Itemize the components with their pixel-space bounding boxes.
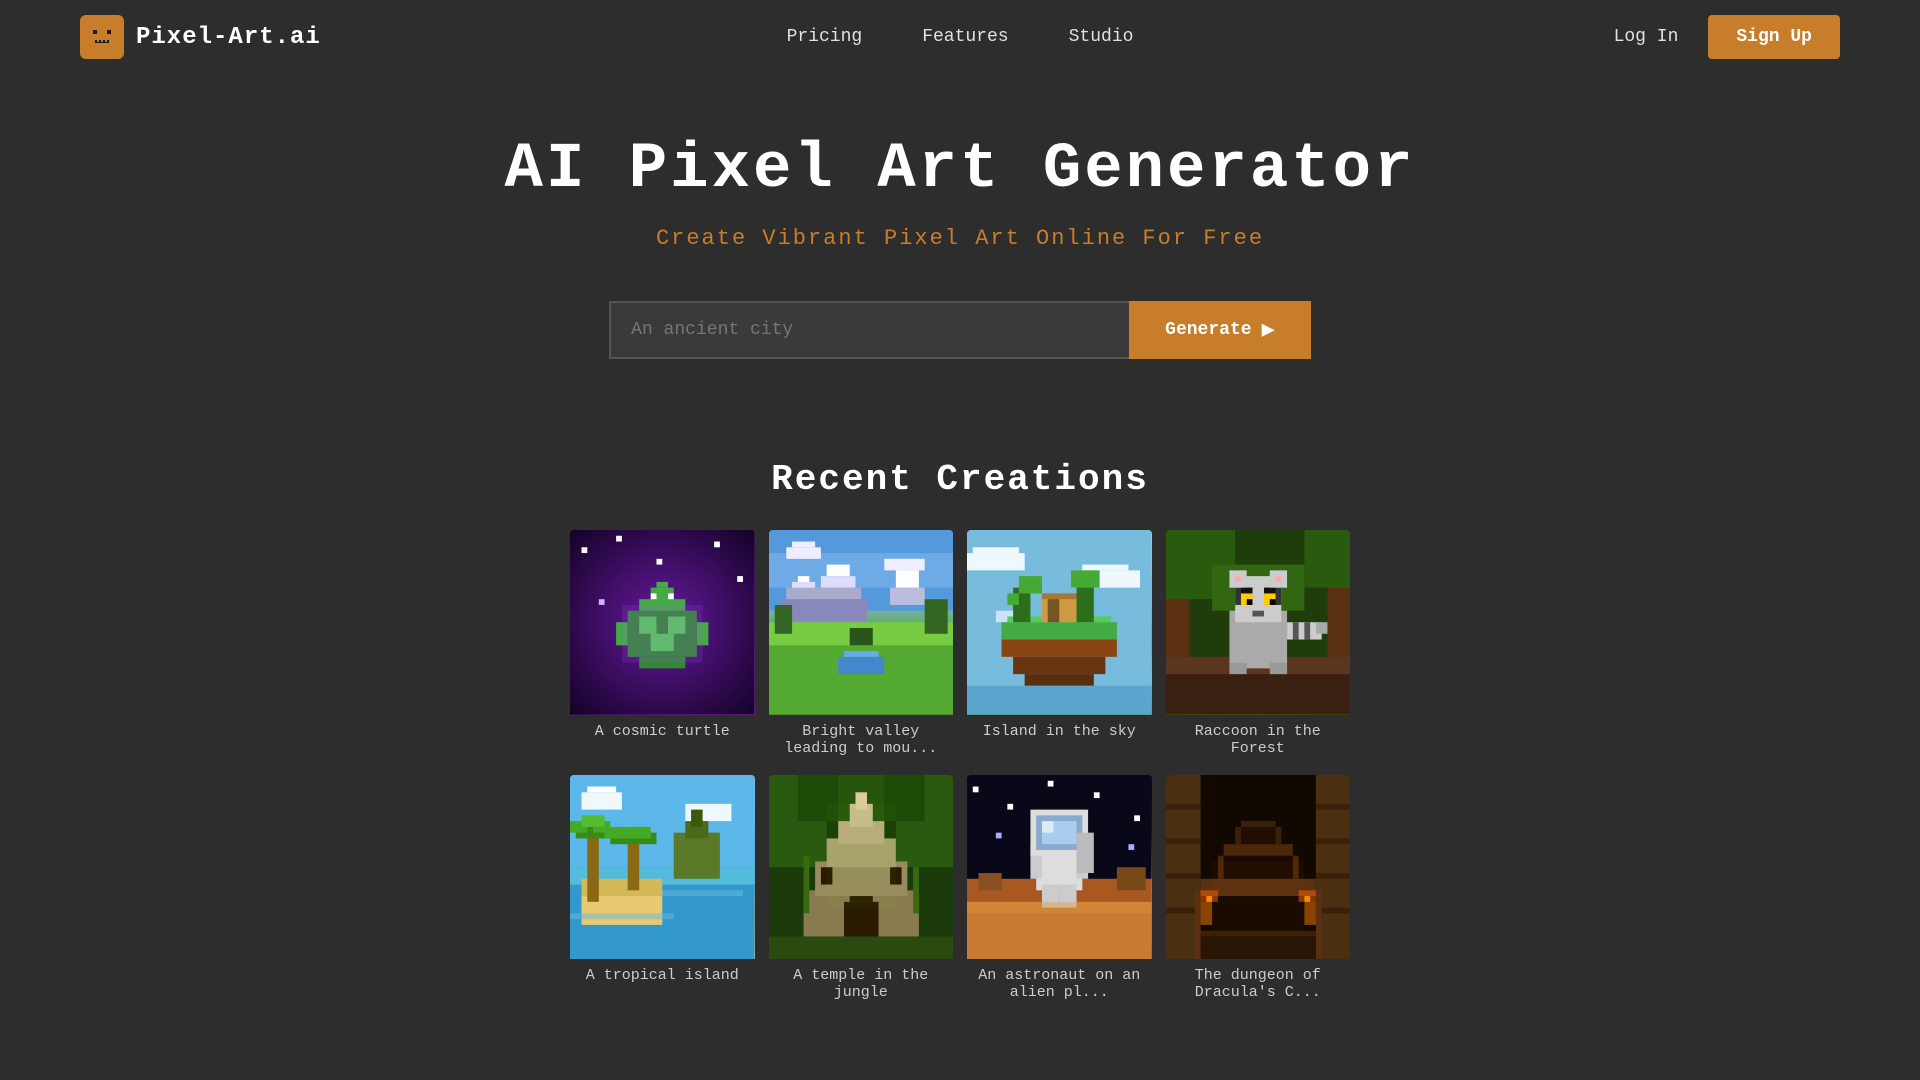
- gallery-label-6: An astronaut on an alien pl...: [967, 959, 1152, 1005]
- recent-section: Recent Creations: [550, 459, 1370, 1005]
- gallery-label-5: A temple in the jungle: [769, 959, 954, 1005]
- gallery-label-1: Bright valley leading to mou...: [769, 715, 954, 761]
- nav-pricing[interactable]: Pricing: [787, 27, 863, 47]
- gallery-image-temple-jungle: [769, 775, 954, 960]
- gallery-image-bright-valley: [769, 530, 954, 715]
- gallery-label-3: Raccoon in the Forest: [1166, 715, 1351, 761]
- astronaut-art: [967, 775, 1152, 960]
- gallery-item-temple-jungle[interactable]: A temple in the jungle: [769, 775, 954, 1006]
- gallery-image-raccoon-forest: [1166, 530, 1351, 715]
- gallery-grid: A cosmic turtle: [570, 530, 1350, 1005]
- island-art: [967, 530, 1152, 715]
- signup-button[interactable]: Sign Up: [1708, 15, 1840, 59]
- nav-features[interactable]: Features: [922, 27, 1008, 47]
- gallery-label-7: The dungeon of Dracula's C...: [1166, 959, 1351, 1005]
- gallery-item-astronaut[interactable]: An astronaut on an alien pl...: [967, 775, 1152, 1006]
- raccoon-art: [1166, 530, 1351, 715]
- nav-actions: Log In Sign Up: [1614, 15, 1840, 59]
- gallery-item-island-sky[interactable]: Island in the sky: [967, 530, 1152, 761]
- gallery-image-astronaut: [967, 775, 1152, 960]
- navbar: Pixel-Art.ai Pricing Features Studio Log…: [0, 0, 1920, 74]
- gallery-image-cosmic-turtle: [570, 530, 755, 715]
- gallery-item-raccoon-forest[interactable]: Raccoon in the Forest: [1166, 530, 1351, 761]
- hero-title: AI Pixel Art Generator: [20, 134, 1900, 206]
- nav-links: Pricing Features Studio: [787, 27, 1134, 47]
- gallery-item-bright-valley[interactable]: Bright valley leading to mou...: [769, 530, 954, 761]
- logo-svg: [87, 22, 117, 52]
- nav-studio[interactable]: Studio: [1069, 27, 1134, 47]
- hero-section: AI Pixel Art Generator Create Vibrant Pi…: [0, 74, 1920, 459]
- generate-label: Generate: [1165, 320, 1251, 340]
- logo[interactable]: Pixel-Art.ai: [80, 15, 321, 59]
- gallery-item-dungeon[interactable]: The dungeon of Dracula's C...: [1166, 775, 1351, 1006]
- hero-subtitle: Create Vibrant Pixel Art Online For Free: [20, 226, 1900, 251]
- gallery-image-dungeon: [1166, 775, 1351, 960]
- gallery-label-0: A cosmic turtle: [570, 715, 755, 744]
- gallery-item-tropical-island[interactable]: A tropical island: [570, 775, 755, 1006]
- gallery-item-cosmic-turtle[interactable]: A cosmic turtle: [570, 530, 755, 761]
- temple-art: [769, 775, 954, 960]
- gallery-image-tropical-island: [570, 775, 755, 960]
- dungeon-art: [1166, 775, 1351, 960]
- cosmic-turtle-art: [570, 530, 755, 715]
- tropical-art: [570, 775, 755, 960]
- valley-art: [769, 530, 954, 715]
- logo-icon: [80, 15, 124, 59]
- generate-arrow-icon: ▶: [1262, 317, 1275, 343]
- recent-title: Recent Creations: [570, 459, 1350, 500]
- gallery-label-2: Island in the sky: [967, 715, 1152, 744]
- gallery-label-4: A tropical island: [570, 959, 755, 988]
- brand-name: Pixel-Art.ai: [136, 24, 321, 51]
- login-button[interactable]: Log In: [1614, 27, 1679, 47]
- gallery-image-island-sky: [967, 530, 1152, 715]
- search-container: Generate ▶: [20, 301, 1900, 359]
- generate-button[interactable]: Generate ▶: [1129, 301, 1311, 359]
- search-input[interactable]: [609, 301, 1129, 359]
